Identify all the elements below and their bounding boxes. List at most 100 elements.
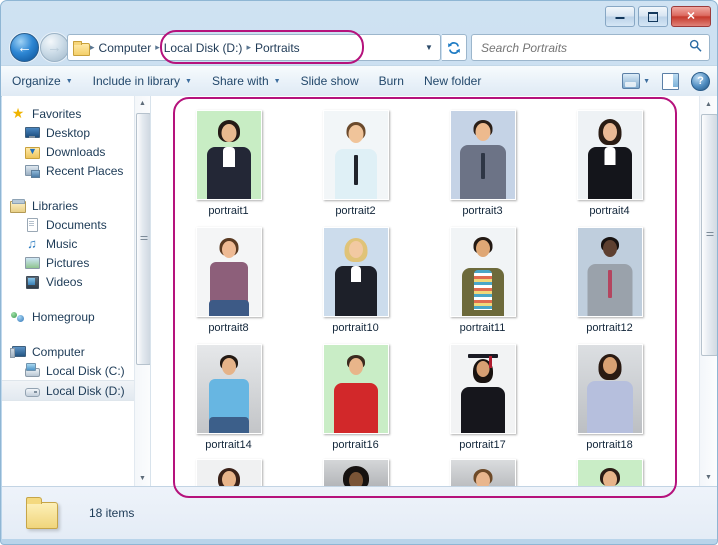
sidebar-item-local-disk-c[interactable]: Local Disk (C:) — [2, 361, 150, 380]
thumbnail-wrap — [195, 342, 262, 434]
file-thumbnail — [322, 459, 389, 486]
file-item[interactable]: portrait16 — [292, 342, 419, 459]
sidebar-item-homegroup[interactable]: Homegroup — [2, 307, 150, 326]
forward-button[interactable]: → — [40, 33, 69, 62]
sidebar-item-local-disk-d[interactable]: Local Disk (D:) — [2, 380, 150, 401]
sidebar-item-computer[interactable]: Computer — [2, 342, 150, 361]
sidebar-label: Favorites — [32, 106, 82, 121]
triangle-up-icon: ▲ — [705, 101, 712, 108]
preview-pane-icon[interactable] — [662, 72, 679, 90]
thumbnail-wrap — [322, 459, 389, 486]
title-bar: ✕ — [1, 1, 717, 29]
toolbar-share-with[interactable]: Share with ▼ — [203, 70, 290, 92]
thumbnail-wrap — [195, 459, 262, 486]
toolbar-organize[interactable]: Organize ▼ — [3, 70, 82, 92]
refresh-button[interactable] — [442, 34, 467, 61]
status-item-count: 18 items — [89, 506, 135, 520]
thumbnail-wrap — [576, 342, 643, 434]
sidebar-item-music[interactable]: ♫ Music — [2, 234, 150, 253]
file-name: portrait10 — [332, 322, 379, 334]
file-item[interactable]: portrait1 — [165, 108, 292, 225]
breadcrumb-portraits[interactable]: Portraits — [252, 39, 303, 57]
thumbnail-wrap — [195, 225, 262, 317]
file-item[interactable]: portrait2 — [292, 108, 419, 225]
sidebar-label: Videos — [46, 274, 83, 289]
sidebar-item-pictures[interactable]: Pictures — [2, 253, 150, 272]
minimize-button[interactable] — [605, 6, 635, 27]
file-thumbnail — [576, 344, 643, 434]
toolbar-include-in-library[interactable]: Include in library ▼ — [84, 70, 201, 92]
toolbar-share-with-label: Share with — [211, 74, 269, 88]
sidebar-scroll-up-button[interactable]: ▲ — [135, 96, 150, 111]
file-name: portrait12 — [586, 322, 633, 334]
address-bar[interactable]: ▸ Computer ▸ Local Disk (D:) ▸ Portraits… — [67, 34, 441, 61]
thumbnail-wrap — [322, 225, 389, 317]
explorer-body: ★ Favorites Desktop Downloads Recent Pla… — [2, 96, 717, 486]
content-scrollbar-thumb[interactable] — [701, 114, 717, 356]
change-view-icon[interactable] — [622, 73, 641, 89]
search-icon — [689, 39, 702, 57]
file-item[interactable]: portrait14 — [165, 342, 292, 459]
file-item[interactable]: portrait10 — [292, 225, 419, 342]
file-name: portrait3 — [462, 205, 503, 217]
window-controls: ✕ — [605, 6, 711, 27]
file-item[interactable]: portrait4 — [546, 108, 673, 225]
chevron-down-icon[interactable]: ▼ — [643, 78, 650, 85]
address-bar-row: ← → ▸ Computer ▸ Local Disk (D:) ▸ Portr… — [1, 31, 717, 65]
file-item[interactable]: portrait3 — [419, 108, 546, 225]
file-item[interactable]: portrait8 — [165, 225, 292, 342]
file-item[interactable] — [165, 459, 292, 486]
toolbar-new-folder[interactable]: New folder — [415, 70, 490, 92]
sidebar-label: Homegroup — [32, 309, 95, 324]
file-list-pane[interactable]: portrait1 portrait2 portrait3 portrait4 … — [151, 96, 717, 486]
toolbar-burn[interactable]: Burn — [370, 70, 413, 92]
search-box[interactable] — [471, 34, 710, 61]
file-name: portrait18 — [586, 439, 633, 451]
library-icon — [10, 198, 26, 213]
file-item[interactable] — [292, 459, 419, 486]
toolbar-organize-label: Organize — [12, 74, 61, 88]
file-thumbnail — [322, 110, 389, 200]
file-thumbnail — [449, 227, 516, 317]
sidebar-label: Local Disk (D:) — [46, 383, 125, 398]
file-item[interactable] — [546, 459, 673, 486]
maximize-button[interactable] — [638, 6, 668, 27]
breadcrumb-computer[interactable]: Computer — [96, 39, 155, 57]
file-item[interactable]: portrait11 — [419, 225, 546, 342]
file-thumbnail — [576, 227, 643, 317]
search-input[interactable] — [479, 39, 689, 56]
address-dropdown-icon[interactable]: ▼ — [419, 36, 439, 59]
sidebar-item-desktop[interactable]: Desktop — [2, 123, 150, 142]
sidebar-item-downloads[interactable]: Downloads — [2, 142, 150, 161]
content-scroll-down-button[interactable]: ▼ — [700, 469, 717, 486]
file-thumbnail — [322, 344, 389, 434]
sidebar-item-recent-places[interactable]: Recent Places — [2, 161, 150, 180]
homegroup-icon — [10, 309, 26, 324]
sidebar-item-libraries[interactable]: Libraries — [2, 196, 150, 215]
file-item[interactable]: portrait17 — [419, 342, 546, 459]
grip-icon — [706, 232, 713, 238]
toolbar-slide-show[interactable]: Slide show — [292, 70, 368, 92]
sidebar-item-documents[interactable]: Documents — [2, 215, 150, 234]
file-item[interactable] — [419, 459, 546, 486]
sidebar-item-videos[interactable]: Videos — [2, 272, 150, 291]
sidebar-item-favorites[interactable]: ★ Favorites — [2, 104, 150, 123]
sidebar-label: Local Disk (C:) — [46, 363, 125, 378]
sidebar-scroll-down-button[interactable]: ▼ — [135, 471, 150, 486]
file-item[interactable]: portrait12 — [546, 225, 673, 342]
help-icon[interactable]: ? — [691, 71, 710, 91]
file-thumbnail — [576, 110, 643, 200]
content-scrollbar[interactable]: ▲ ▼ — [699, 96, 717, 486]
close-button[interactable]: ✕ — [671, 6, 711, 27]
local-disk-icon — [24, 383, 40, 398]
sidebar-scrollbar-thumb[interactable] — [136, 113, 150, 365]
chevron-down-icon: ▼ — [273, 77, 281, 85]
chevron-down-icon: ▼ — [65, 77, 73, 85]
sidebar-scrollbar[interactable]: ▲ ▼ — [134, 96, 150, 486]
toolbar-new-folder-label: New folder — [423, 74, 482, 88]
back-button[interactable]: ← — [10, 33, 39, 62]
thumbnail-wrap — [195, 108, 262, 200]
breadcrumb-local-disk-d[interactable]: Local Disk (D:) — [161, 39, 246, 57]
content-scroll-up-button[interactable]: ▲ — [700, 96, 717, 113]
file-item[interactable]: portrait18 — [546, 342, 673, 459]
